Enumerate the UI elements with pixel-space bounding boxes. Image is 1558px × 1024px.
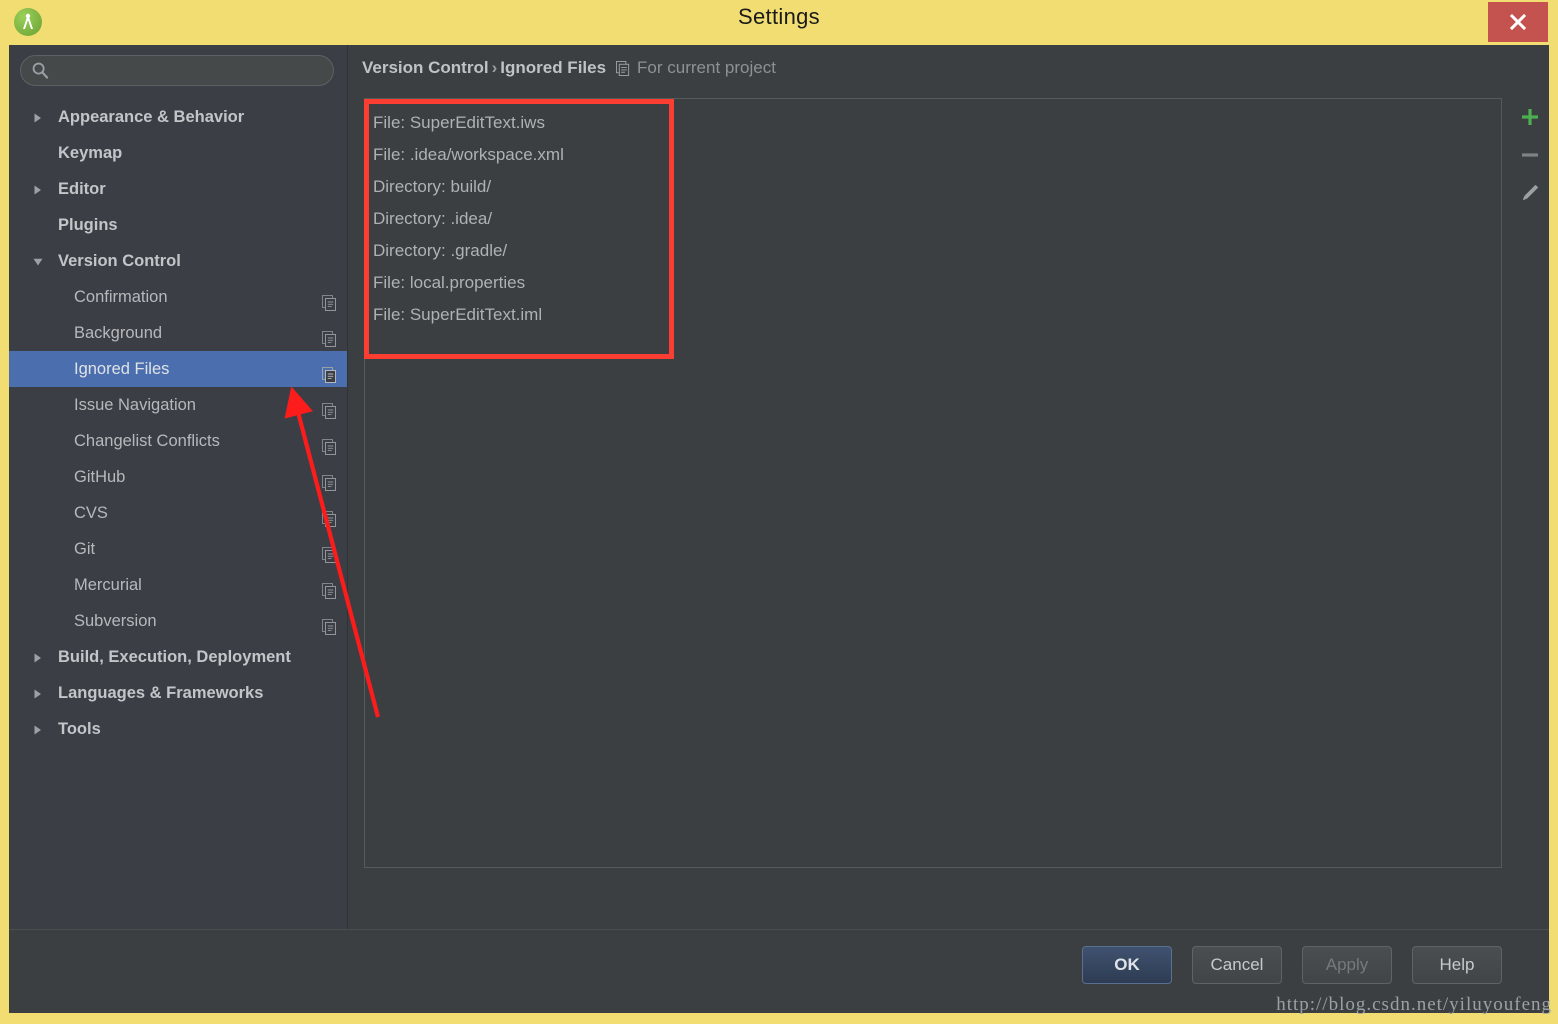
sidebar-item-changelist-conflicts[interactable]: Changelist Conflicts [9, 423, 347, 459]
chevron-down-icon[interactable] [32, 243, 46, 279]
sidebar-item-label: Tools [58, 720, 101, 738]
project-scope-icon [322, 613, 338, 635]
sidebar-item-languages-frameworks[interactable]: Languages & Frameworks [9, 675, 347, 711]
search-input[interactable] [58, 56, 328, 86]
project-scope-icon [322, 541, 338, 563]
ignored-files-list[interactable]: File: SuperEditText.iws File: .idea/works… [365, 99, 1501, 867]
window-title: Settings [738, 4, 820, 29]
sidebar-item-label: Mercurial [74, 576, 142, 594]
add-button[interactable] [1508, 98, 1552, 136]
project-scope-icon [322, 361, 338, 383]
settings-dialog: Appearance & Behavior Keymap Editor Plugins… [9, 45, 1549, 1013]
add-icon [1522, 109, 1538, 125]
watermark-text: http://blog.csdn.net/yiluyoufeng [1276, 994, 1552, 1015]
sidebar-item-label: Git [74, 540, 96, 558]
settings-sidebar: Appearance & Behavior Keymap Editor Plugins… [9, 45, 348, 930]
remove-icon [1522, 153, 1538, 157]
sidebar-item-ignored-files[interactable]: Ignored Files [9, 351, 347, 387]
remove-button [1508, 136, 1552, 174]
ignored-file-row[interactable]: File: SuperEditText.iml [373, 299, 1501, 331]
ignored-file-row[interactable]: File: .idea/workspace.xml [373, 139, 1501, 171]
sidebar-item-editor[interactable]: Editor [9, 171, 347, 207]
ok-button[interactable]: OK [1082, 946, 1172, 984]
sidebar-item-confirmation[interactable]: Confirmation [9, 279, 347, 315]
sidebar-item-label: Keymap [58, 144, 123, 162]
sidebar-item-mercurial[interactable]: Mercurial [9, 567, 347, 603]
sidebar-item-label: Appearance & Behavior [58, 108, 245, 126]
chevron-right-icon[interactable] [32, 675, 46, 711]
settings-tree: Appearance & Behavior Keymap Editor Plugins… [9, 99, 347, 747]
sidebar-item-label: Version Control [58, 252, 181, 270]
sidebar-item-label: Ignored Files [74, 360, 170, 378]
ignored-files-panel: File: SuperEditText.iws File: .idea/works… [364, 98, 1502, 868]
chevron-right-icon[interactable] [32, 171, 46, 207]
close-button[interactable] [1488, 2, 1548, 42]
footer-buttons: OK Cancel Apply Help [1082, 946, 1502, 984]
edit-pencil-icon [1523, 185, 1538, 200]
scope-text: For current project [637, 58, 776, 77]
search-icon [32, 62, 49, 79]
project-scope-icon [322, 433, 338, 455]
chevron-right-icon[interactable] [32, 99, 46, 135]
search-field[interactable] [20, 55, 334, 86]
sidebar-item-label: Background [74, 324, 163, 342]
chevron-right-icon[interactable] [32, 711, 46, 747]
sidebar-item-label: Issue Navigation [74, 396, 196, 414]
breadcrumb-current: Ignored Files [500, 58, 607, 77]
sidebar-item-background[interactable]: Background [9, 315, 347, 351]
sidebar-item-label: Plugins [58, 216, 118, 234]
sidebar-item-label: Changelist Conflicts [74, 432, 220, 450]
sidebar-item-label: CVS [74, 504, 108, 522]
project-scope-icon [322, 289, 338, 311]
cancel-button[interactable]: Cancel [1192, 946, 1282, 984]
edit-button[interactable] [1508, 174, 1552, 212]
sidebar-item-subversion[interactable]: Subversion [9, 603, 347, 639]
list-toolbar [1508, 98, 1552, 866]
project-scope-icon [322, 505, 338, 527]
sidebar-item-label: Confirmation [74, 288, 168, 306]
sidebar-item-version-control[interactable]: Version Control [9, 243, 347, 279]
sidebar-item-build-execution-deployment[interactable]: Build, Execution, Deployment [9, 639, 347, 675]
project-scope-icon [322, 325, 338, 347]
help-button[interactable]: Help [1412, 946, 1502, 984]
sidebar-item-label: Editor [58, 180, 106, 198]
settings-window: Settings Appearance & Behavior Keymap Edit… [0, 0, 1558, 1024]
close-icon [1509, 13, 1527, 31]
project-scope-icon [322, 577, 338, 599]
sidebar-item-label: Subversion [74, 612, 157, 630]
sidebar-item-appearance-behavior[interactable]: Appearance & Behavior [9, 99, 347, 135]
sidebar-item-keymap[interactable]: Keymap [9, 135, 347, 171]
chevron-right-icon[interactable] [32, 639, 46, 675]
sidebar-item-git[interactable]: Git [9, 531, 347, 567]
ignored-file-row[interactable]: Directory: .gradle/ [373, 235, 1501, 267]
sidebar-item-plugins[interactable]: Plugins [9, 207, 347, 243]
sidebar-item-tools[interactable]: Tools [9, 711, 347, 747]
breadcrumb-separator: › [491, 58, 498, 77]
sidebar-item-label: Build, Execution, Deployment [58, 648, 291, 666]
content-area: Version Control › Ignored Files For curren… [348, 45, 1549, 930]
sidebar-item-cvs[interactable]: CVS [9, 495, 347, 531]
ignored-file-row[interactable]: Directory: .idea/ [373, 203, 1501, 235]
project-scope-icon [322, 397, 338, 419]
apply-button: Apply [1302, 946, 1392, 984]
sidebar-item-label: Languages & Frameworks [58, 684, 264, 702]
breadcrumb: Version Control › Ignored Files For curren… [362, 58, 776, 81]
breadcrumb-parent[interactable]: Version Control [362, 58, 489, 77]
project-scope-icon [322, 469, 338, 491]
ignored-file-row[interactable]: File: SuperEditText.iws [373, 107, 1501, 139]
ignored-file-row[interactable]: File: local.properties [373, 267, 1501, 299]
project-scope-icon [616, 61, 631, 81]
sidebar-item-issue-navigation[interactable]: Issue Navigation [9, 387, 347, 423]
title-bar: Settings [0, 0, 1558, 45]
sidebar-item-github[interactable]: GitHub [9, 459, 347, 495]
ignored-file-row[interactable]: Directory: build/ [373, 171, 1501, 203]
sidebar-item-label: GitHub [74, 468, 126, 486]
